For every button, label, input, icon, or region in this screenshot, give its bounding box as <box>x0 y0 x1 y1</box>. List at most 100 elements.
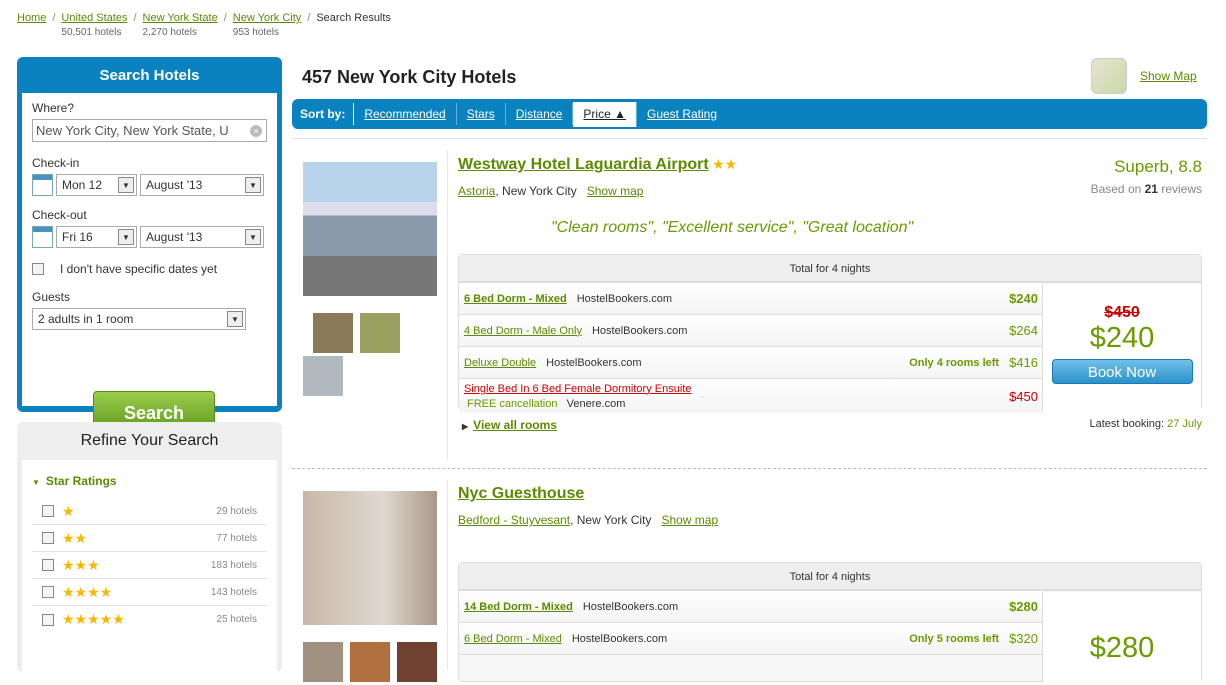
sort-price[interactable]: Price ▲ <box>573 101 637 127</box>
guests-label: Guests <box>32 290 71 304</box>
room-name-link[interactable]: 14 Bed Dorm - Mixed <box>464 601 573 613</box>
total-nights: Total for 4 nights <box>459 563 1201 591</box>
hotel-count: 183 hotels <box>210 559 257 571</box>
triangle-right-icon: ▶ <box>462 422 469 431</box>
hotel-photo[interactable] <box>303 162 437 296</box>
star-ratings-label: Star Ratings <box>45 474 117 488</box>
sort-recommended[interactable]: Recommended <box>354 103 457 125</box>
room-row: 6 Bed Dorm - Mixed HostelBookers.com $240 <box>459 283 1043 315</box>
hotel-photo[interactable] <box>303 491 437 625</box>
room-row: Single Bed In 6 Bed Female Dormitory Ens… <box>459 379 1043 413</box>
sort-stars[interactable]: Stars <box>457 103 506 125</box>
star-filter-3[interactable]: ★★★ 183 hotels <box>32 552 267 579</box>
room-name-link[interactable]: Deluxe Double <box>464 357 536 369</box>
breadcrumb-united-states[interactable]: United States <box>61 12 127 24</box>
refine-panel: Refine Your Search ▼ Star Ratings ★ 29 hot… <box>17 422 282 680</box>
show-map-link[interactable]: Show map <box>661 513 718 527</box>
hotel-count: 25 hotels <box>216 614 257 625</box>
chevron-down-icon: ▼ <box>118 177 134 193</box>
guests-select[interactable]: 2 adults in 1 room ▼ <box>32 308 246 330</box>
hotel-city: , New York City <box>495 184 577 198</box>
checkin-month-select[interactable]: August '13 ▼ <box>140 174 264 196</box>
checkout-day-select[interactable]: Fri 16 ▼ <box>56 226 137 248</box>
star-icons: ★★★★ <box>62 583 113 600</box>
area-link[interactable]: Astoria <box>458 184 495 198</box>
calendar-icon[interactable] <box>32 174 53 196</box>
room-price: $320 <box>1009 631 1038 646</box>
sort-distance[interactable]: Distance <box>506 103 574 125</box>
where-label: Where? <box>32 101 75 115</box>
checkout-month-select[interactable]: August '13 ▼ <box>140 226 264 248</box>
thumbnail[interactable] <box>350 642 390 682</box>
breadcrumb-count: 50,501 hotels <box>61 27 122 38</box>
room-price: $240 <box>1009 291 1038 306</box>
search-title: Search Hotels <box>99 67 200 84</box>
checkbox[interactable] <box>42 613 54 626</box>
checkbox[interactable] <box>42 532 54 544</box>
chevron-down-icon: ▼ <box>245 229 261 245</box>
book-now-button[interactable]: Book Now <box>1051 359 1193 384</box>
provider: HostelBookers.com <box>582 600 679 613</box>
checkin-day-select[interactable]: Mon 12 ▼ <box>56 174 137 196</box>
view-all-rooms-link[interactable]: View all rooms <box>473 418 557 432</box>
star-filter-1[interactable]: ★ 29 hotels <box>32 498 267 525</box>
no-dates-checkbox[interactable] <box>32 263 44 275</box>
checkin-month: August '13 <box>146 178 203 192</box>
where-input[interactable]: New York City, New York State, U × <box>32 119 267 142</box>
provider: HostelBookers.com <box>571 632 668 645</box>
provider: HostelBookers.com <box>576 292 673 305</box>
room-price: $280 <box>1009 599 1038 614</box>
checkbox[interactable] <box>42 559 54 571</box>
hotel-rating: Superb, 8.8 <box>1114 157 1202 176</box>
breadcrumb-new-york-city[interactable]: New York City <box>233 12 301 24</box>
rates-table: Total for 4 nights 6 Bed Dorm - Mixed Hos… <box>458 254 1202 413</box>
breadcrumb-new-york-state[interactable]: New York State <box>143 12 218 24</box>
old-price: $450 <box>1104 304 1140 321</box>
checkbox[interactable] <box>42 505 54 517</box>
latest-booking-label: Latest booking: <box>1089 418 1168 430</box>
hotel-city: , New York City <box>570 513 652 527</box>
room-name-link[interactable]: 6 Bed Dorm - Mixed <box>464 633 562 645</box>
reviews-link[interactable]: Based on 21 reviews <box>1091 182 1202 196</box>
star-ratings-toggle[interactable]: ▼ Star Ratings <box>32 474 267 488</box>
review-quote: "Clean rooms", "Excellent service", "Gre… <box>551 219 914 236</box>
provider: HostelBookers.com <box>591 324 688 337</box>
room-name-link[interactable]: 6 Bed Dorm - Mixed <box>464 293 567 305</box>
thumbnail[interactable] <box>313 313 353 353</box>
clear-icon[interactable]: × <box>250 125 262 137</box>
chevron-down-icon: ▼ <box>245 177 261 193</box>
checkin-day: Mon 12 <box>62 178 103 192</box>
map-icon[interactable] <box>1091 58 1127 94</box>
thumbnail[interactable] <box>397 642 437 682</box>
free-cancellation: FREE cancellation <box>467 397 558 410</box>
no-dates-label: I don't have specific dates yet <box>60 262 218 276</box>
room-price: $450 <box>1009 388 1038 404</box>
breadcrumb-count: 2,270 hotels <box>142 27 198 38</box>
star-filter-2[interactable]: ★★ 77 hotels <box>32 525 267 552</box>
thumbnail[interactable] <box>303 642 343 682</box>
rooms-left: Only 5 rooms left <box>909 632 1000 645</box>
room-price: $416 <box>1009 355 1038 370</box>
hotel-count: 29 hotels <box>216 505 257 517</box>
star-filter-5[interactable]: ★★★★★ 25 hotels <box>32 606 267 633</box>
sort-guest-rating[interactable]: Guest Rating <box>637 103 727 125</box>
breadcrumb-home[interactable]: Home <box>17 12 46 24</box>
calendar-icon[interactable] <box>32 226 53 248</box>
star-icons: ★★ <box>62 529 88 546</box>
star-filter-4[interactable]: ★★★★ 143 hotels <box>32 579 267 606</box>
star-icons: ★ <box>62 502 75 519</box>
show-map-link[interactable]: Show map <box>587 184 644 198</box>
rates-table: Total for 4 nights 14 Bed Dorm - Mixed Ho… <box>458 562 1202 683</box>
checkbox[interactable] <box>42 586 54 598</box>
thumbnail[interactable] <box>360 313 400 353</box>
show-map-link[interactable]: Show Map <box>1140 69 1197 83</box>
breadcrumb-separator: / <box>52 12 56 24</box>
room-name-link[interactable]: Single Bed In 6 Bed Female Dormitory Ens… <box>464 383 691 395</box>
hotel-name-link[interactable]: Westway Hotel Laguardia Airport <box>458 156 709 173</box>
room-name-link[interactable]: 4 Bed Dorm - Male Only <box>464 325 582 337</box>
breadcrumb-count: 953 hotels <box>232 27 279 38</box>
best-price: $280 <box>1089 632 1155 664</box>
hotel-name-link[interactable]: Nyc Guesthouse <box>458 485 584 502</box>
thumbnail[interactable] <box>303 356 343 396</box>
area-link[interactable]: Bedford - Stuyvesant <box>458 513 570 527</box>
